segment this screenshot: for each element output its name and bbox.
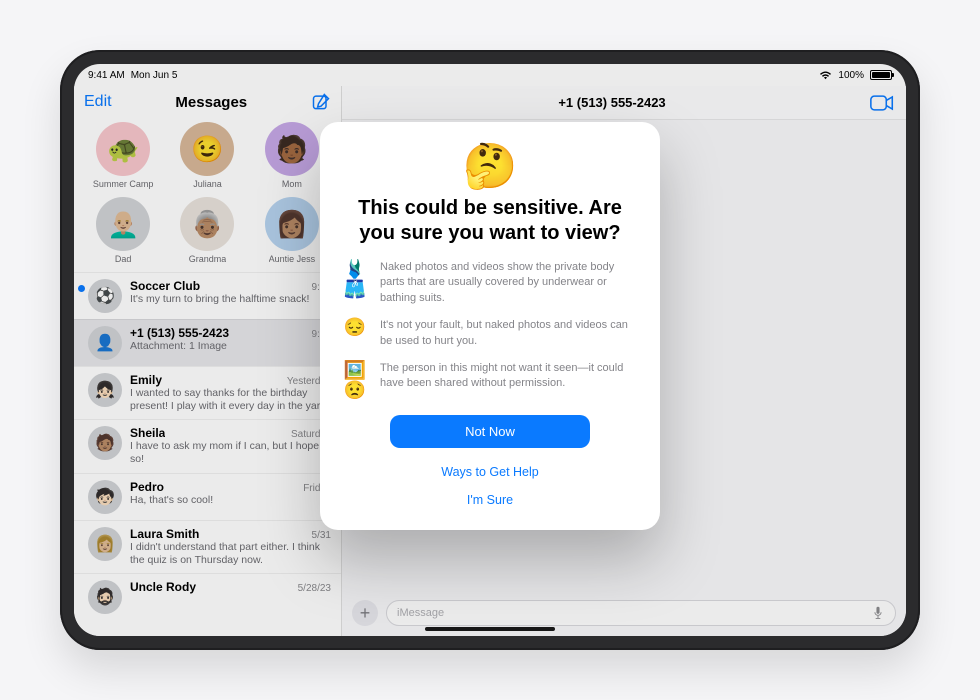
apps-button[interactable]: + xyxy=(352,600,378,626)
conversation-preview: It's my turn to bring the halftime snack… xyxy=(130,293,331,306)
avatar: 👩🏽 xyxy=(265,197,319,251)
avatar: 👤 xyxy=(88,326,122,360)
avatar: 🧑🏽 xyxy=(88,426,122,460)
conversation-row[interactable]: 🧑🏽 SheilaSaturday I have to ask my mom i… xyxy=(74,419,341,472)
conversation-title[interactable]: +1 (513) 555-2423 xyxy=(558,95,665,110)
battery-icon xyxy=(870,70,892,80)
conversation-preview: Ha, that's so cool! xyxy=(130,494,331,507)
ways-to-get-help-button[interactable]: Ways to Get Help xyxy=(342,458,638,486)
bullet-icon: 🩱🩳 xyxy=(342,260,368,300)
conversation-preview: I have to ask my mom if I can, but I hop… xyxy=(130,440,331,466)
avatar: 🧑🏾 xyxy=(265,122,319,176)
screen: 9:41 AM Mon Jun 5 100% Edit Messages xyxy=(74,64,906,636)
conversation-name: +1 (513) 555-2423 xyxy=(130,326,229,340)
pinned-grid: 🐢 Summer Camp 😉 Juliana 🧑🏾 Mom 👨🏼‍🦲 Dad 👵🏽 Grandm… xyxy=(74,116,341,272)
bullet-icon: 🖼️😟 xyxy=(342,361,368,401)
avatar: 👵🏽 xyxy=(180,197,234,251)
avatar: 🧔🏻 xyxy=(88,580,122,614)
status-time: 9:41 AM xyxy=(88,70,125,81)
compose-icon[interactable] xyxy=(311,92,331,112)
conversation-list[interactable]: ⚽️ Soccer Club9:41 It's my turn to bring… xyxy=(74,272,341,636)
facetime-icon[interactable] xyxy=(870,95,894,111)
conversation-row[interactable]: 🧔🏻 Uncle Rody 5/28/23 xyxy=(74,573,341,620)
avatar: 👩🏼 xyxy=(88,527,122,561)
dialog-bullet: 🖼️😟 The person in this might not want it … xyxy=(342,361,638,401)
sidebar-title: Messages xyxy=(175,94,247,111)
avatar: 👧🏻 xyxy=(88,373,122,407)
messages-sidebar: Edit Messages 🐢 Summer Camp 😉 Juliana 🧑🏾 Mom 👨… xyxy=(74,86,342,636)
avatar: 👨🏼‍🦲 xyxy=(96,197,150,251)
pinned-label: Dad xyxy=(115,254,132,264)
bullet-text: Naked photos and videos show the private… xyxy=(380,260,638,306)
pinned-label: Auntie Jess xyxy=(269,254,316,264)
conversation-name: Pedro xyxy=(130,480,164,494)
dialog-heading: This could be sensitive. Are you sure yo… xyxy=(342,196,638,246)
dictation-icon[interactable] xyxy=(871,606,885,620)
status-date: Mon Jun 5 xyxy=(131,70,178,81)
avatar: 🧒🏻 xyxy=(88,480,122,514)
im-sure-button[interactable]: I'm Sure xyxy=(342,486,638,514)
pinned-label: Grandma xyxy=(189,254,227,264)
conversation-row[interactable]: 👤 +1 (513) 555-24239:39 Attachment: 1 Im… xyxy=(74,319,341,366)
not-now-button[interactable]: Not Now xyxy=(390,415,590,448)
pinned-label: Mom xyxy=(282,179,302,189)
status-battery-pct: 100% xyxy=(838,70,864,81)
conversation-time: 5/28/23 xyxy=(298,583,331,594)
conversation-name: Uncle Rody xyxy=(130,580,196,594)
pinned-contact[interactable]: 👵🏽 Grandma xyxy=(166,197,248,264)
avatar: 🐢 xyxy=(96,122,150,176)
conversation-preview: I wanted to say thanks for the birthday … xyxy=(130,387,331,413)
wifi-icon xyxy=(819,71,832,80)
conversation-name: Emily xyxy=(130,373,162,387)
conversation-time: 5/31 xyxy=(312,530,331,541)
pinned-contact[interactable]: 🐢 Summer Camp xyxy=(82,122,164,189)
dialog-bullet: 😔 It's not your fault, but naked photos a… xyxy=(342,318,638,349)
pinned-label: Juliana xyxy=(193,179,222,189)
sensitive-content-dialog: 🤔 This could be sensitive. Are you sure … xyxy=(320,122,660,530)
unread-dot xyxy=(78,285,85,292)
ipad-frame: 9:41 AM Mon Jun 5 100% Edit Messages xyxy=(60,50,920,650)
bullet-icon: 😔 xyxy=(342,318,368,338)
conversation-name: Sheila xyxy=(130,426,165,440)
conversation-preview: Attachment: 1 Image xyxy=(130,340,331,353)
edit-button[interactable]: Edit xyxy=(84,93,112,111)
conversation-preview: I didn't understand that part either. I … xyxy=(130,541,331,567)
message-placeholder: iMessage xyxy=(397,607,444,619)
status-bar: 9:41 AM Mon Jun 5 100% xyxy=(74,64,906,86)
pinned-contact[interactable]: 😉 Juliana xyxy=(166,122,248,189)
conversation-name: Soccer Club xyxy=(130,279,200,293)
avatar: ⚽️ xyxy=(88,279,122,313)
pinned-contact[interactable]: 👨🏼‍🦲 Dad xyxy=(82,197,164,264)
message-input[interactable]: iMessage xyxy=(386,600,896,626)
pinned-label: Summer Camp xyxy=(93,179,154,189)
conversation-row[interactable]: 👩🏼 Laura Smith 5/31 I didn't understand t… xyxy=(74,520,341,573)
conversation-name: Laura Smith xyxy=(130,527,199,541)
bullet-text: The person in this might not want it see… xyxy=(380,361,638,392)
bullet-text: It's not your fault, but naked photos an… xyxy=(380,318,638,349)
thinking-face-icon: 🤔 xyxy=(342,140,638,192)
home-indicator[interactable] xyxy=(425,627,555,631)
conversation-row[interactable]: ⚽️ Soccer Club9:41 It's my turn to bring… xyxy=(74,272,341,319)
conversation-row[interactable]: 👧🏻 EmilyYesterday I wanted to say thanks… xyxy=(74,366,341,419)
dialog-bullet: 🩱🩳 Naked photos and videos show the priva… xyxy=(342,260,638,306)
conversation-row[interactable]: 🧒🏻 PedroFriday Ha, that's so cool! xyxy=(74,473,341,520)
avatar: 😉 xyxy=(180,122,234,176)
